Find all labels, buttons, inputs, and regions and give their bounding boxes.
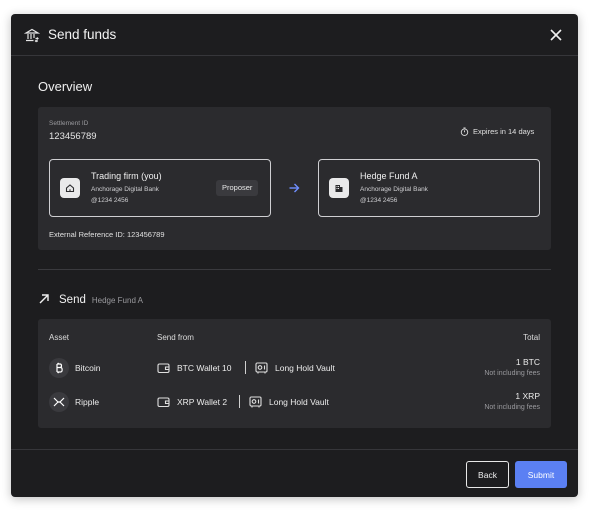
- proposer-name: Trading firm (you): [91, 171, 162, 181]
- proposer-bank: Anchorage Digital Bank: [91, 186, 159, 193]
- proposer-account: @1234 2456: [91, 197, 129, 204]
- back-button[interactable]: Back: [466, 461, 509, 488]
- total-amount: 1 XRP: [515, 391, 540, 401]
- bitcoin-icon: [49, 358, 69, 378]
- wallet-icon: [157, 363, 170, 374]
- vault-name: Long Hold Vault: [269, 397, 329, 407]
- arrow-right-icon: [289, 183, 300, 193]
- home-icon: [60, 178, 80, 198]
- modal-footer: Back Submit: [11, 449, 578, 497]
- fees-note: Not including fees: [484, 370, 540, 377]
- asset-name: Ripple: [75, 397, 100, 407]
- column-header-asset: Asset: [49, 333, 70, 342]
- total-amount: 1 BTC: [515, 357, 540, 367]
- overview-card: Settlement ID 123456789 Expires in 14 da…: [38, 107, 551, 250]
- fees-note: Not including fees: [484, 404, 540, 411]
- proposer-badge: Proposer: [216, 180, 259, 196]
- send-table: Asset Send from Total Bitcoin BTC Wallet…: [38, 319, 551, 428]
- table-row: Bitcoin BTC Wallet 10 Long Hold Vault 1 …: [38, 353, 551, 383]
- stopwatch-icon: [460, 127, 469, 136]
- counterparty-account: @1234 2456: [360, 197, 398, 204]
- external-reference: External Reference ID: 123456789: [49, 230, 165, 239]
- column-header-send-from: Send from: [157, 333, 194, 342]
- settlement-id-value: 123456789: [49, 131, 97, 142]
- proposer-card: Trading firm (you) Anchorage Digital Ban…: [49, 159, 271, 217]
- arrow-up-right-icon: [39, 294, 49, 304]
- submit-button[interactable]: Submit: [515, 461, 567, 488]
- ripple-icon: [49, 392, 69, 412]
- counterparty-name: Hedge Fund A: [360, 171, 418, 181]
- send-funds-modal: Send funds Overview Settlement ID 123456…: [11, 14, 578, 497]
- send-recipient: Hedge Fund A: [91, 296, 144, 305]
- expiry-info: Expires in 14 days: [460, 127, 534, 136]
- vault-icon: [255, 362, 268, 374]
- modal-title: Send funds: [48, 27, 117, 42]
- counterparty-bank: Anchorage Digital Bank: [360, 186, 428, 193]
- wallet-name: BTC Wallet 10: [177, 363, 232, 373]
- overview-title: Overview: [38, 79, 93, 94]
- building-icon: [329, 178, 349, 198]
- modal-header: Send funds: [11, 14, 578, 56]
- table-row: Ripple XRP Wallet 2 Long Hold Vault 1 XR…: [38, 387, 551, 417]
- wallet-name: XRP Wallet 2: [177, 397, 228, 407]
- counterparty-card: Hedge Fund A Anchorage Digital Bank @123…: [318, 159, 540, 217]
- column-header-total: Total: [523, 333, 540, 342]
- send-label: Send: [59, 294, 86, 306]
- asset-name: Bitcoin: [75, 363, 101, 373]
- expiry-text: Expires in 14 days: [473, 127, 535, 136]
- separator: [245, 361, 246, 374]
- close-icon[interactable]: [549, 28, 563, 42]
- send-heading: Send Hedge Fund A: [38, 291, 143, 306]
- settlement-id-label: Settlement ID: [49, 120, 89, 127]
- separator: [239, 395, 240, 408]
- wallet-icon: [157, 397, 170, 408]
- section-divider: [38, 269, 551, 270]
- vault-name: Long Hold Vault: [275, 363, 335, 373]
- vault-icon: [249, 396, 262, 408]
- bank-icon: [24, 28, 40, 43]
